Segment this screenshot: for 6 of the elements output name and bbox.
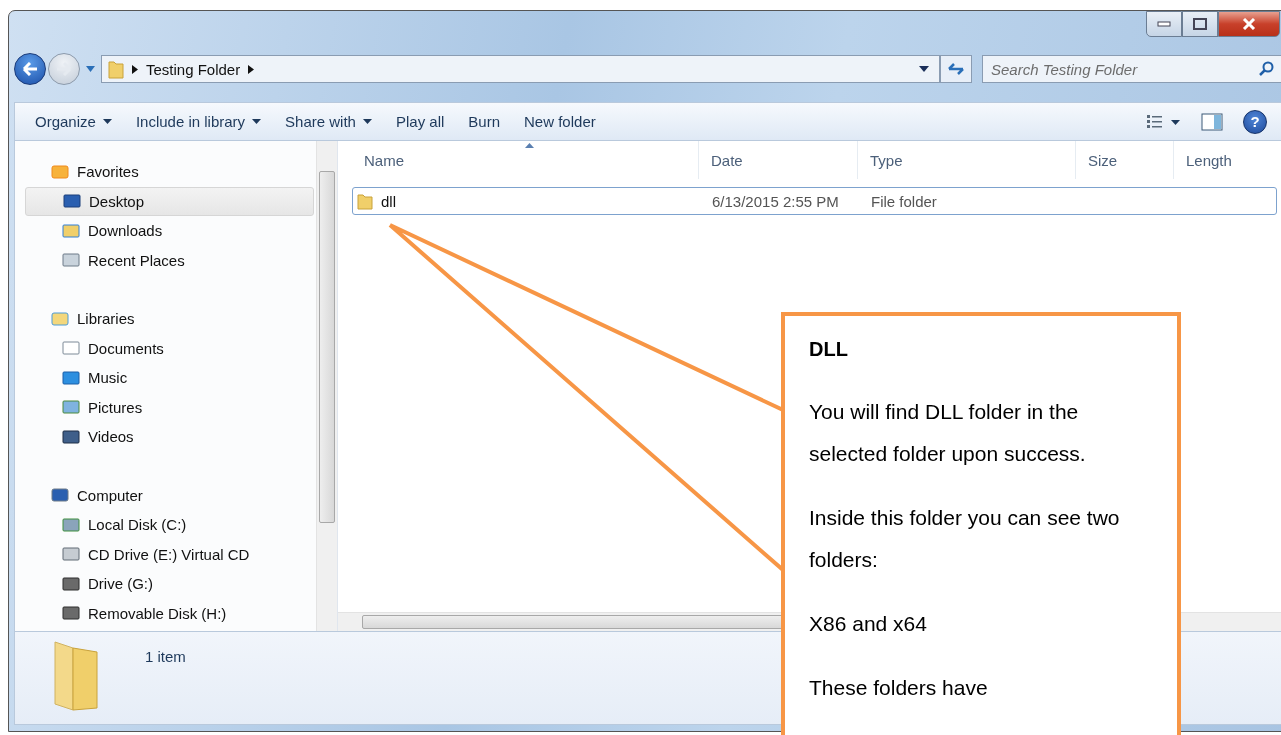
callout-title: DLL (809, 338, 849, 361)
item-count: 1 item (145, 648, 186, 665)
callout-text: X86 and x64 (809, 611, 928, 637)
callout-text: Inside this folder you can see two folders: (809, 505, 1121, 573)
callout-text: You will find DLL folder in the selected folder upon success. (809, 399, 1087, 467)
callout-text: These folders have (809, 675, 989, 701)
